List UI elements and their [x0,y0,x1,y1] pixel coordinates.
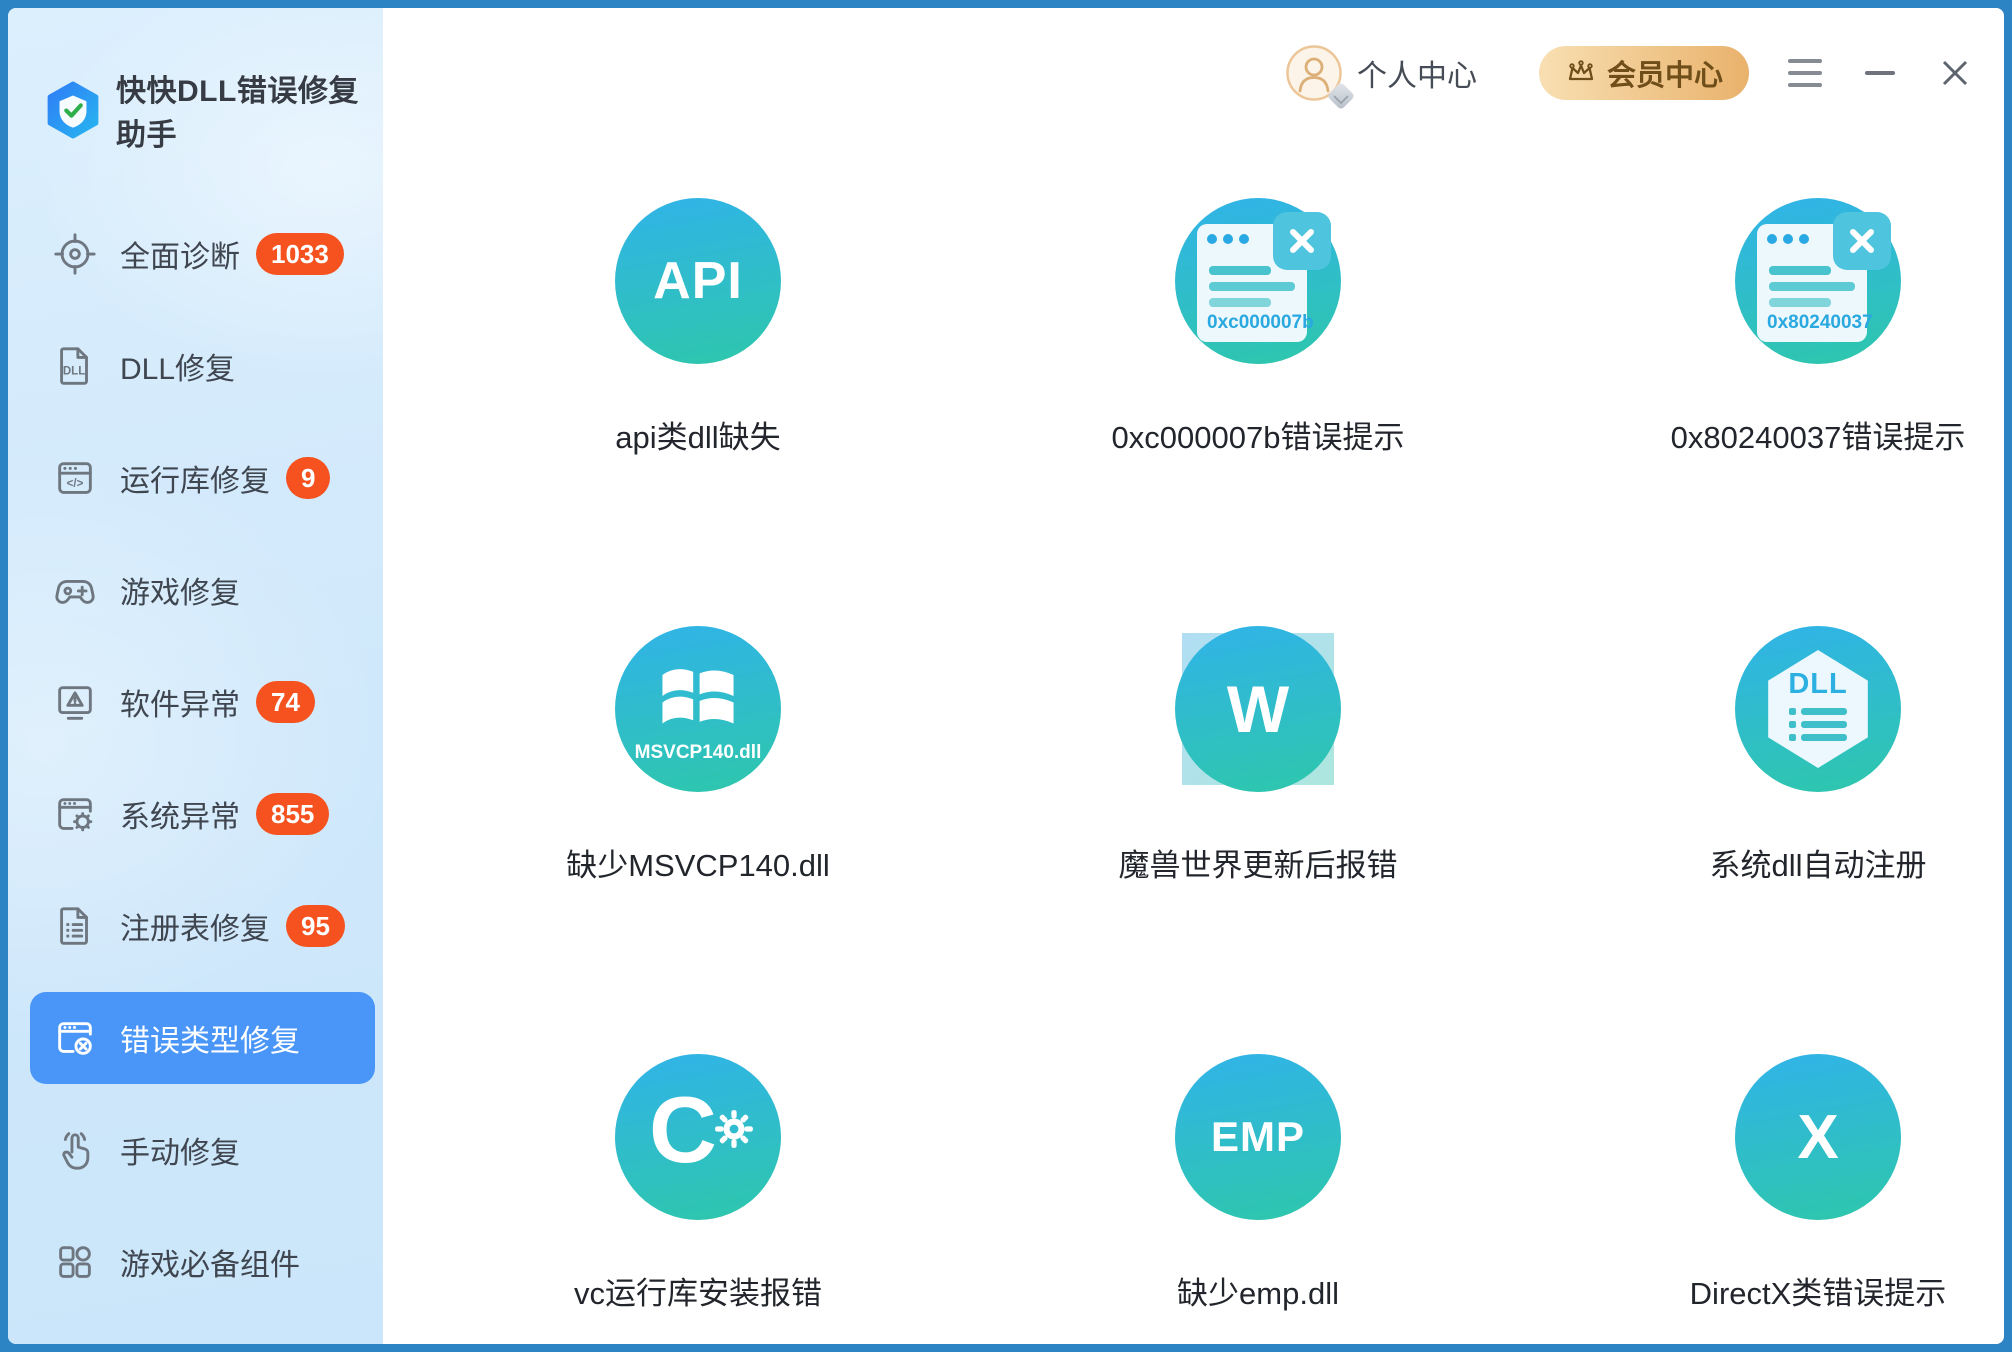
window-gear-icon [52,791,98,837]
sidebar-item-software-error[interactable]: 软件异常 74 [30,656,375,748]
sidebar-item-system-error[interactable]: 系统异常 855 [30,768,375,860]
sidebar-item-game-components[interactable]: 游戏必备组件 [30,1216,375,1308]
personal-center-button[interactable]: 个人中心 [1285,44,1477,102]
error-x-badge [1273,212,1331,270]
main-content: 个人中心 会员中心 [383,8,2004,1344]
sidebar-item-dll-repair[interactable]: DLL DLL修复 [30,320,375,412]
card-label: 缺少emp.dll [1177,1268,1339,1313]
sidebar-item-label: 全面诊断 [120,232,240,276]
notification-badge: 9 [286,457,330,499]
card-emp-dll[interactable]: EMP 缺少emp.dll [978,1054,1538,1344]
api-icon: API [615,198,781,364]
card-label: 0xc000007b错误提示 [1112,412,1405,457]
app-window: 快快DLL错误修复助手 全面诊断 1033 [8,8,2004,1344]
card-label: 缺少MSVCP140.dll [566,840,830,885]
card-msvcp140[interactable]: MSVCP140.dll 缺少MSVCP140.dll [418,626,978,1054]
sidebar-item-label: 游戏修复 [120,568,240,612]
notification-badge: 95 [286,905,345,947]
card-0x80240037[interactable]: 0x80240037 0x80240037错误提示 [1538,198,2004,626]
sidebar: 快快DLL错误修复助手 全面诊断 1033 [8,8,383,1344]
window-code-icon: </> [52,455,98,501]
card-label: 系统dll自动注册 [1709,840,1926,885]
notification-badge: 74 [256,681,315,723]
components-grid-icon [52,1239,98,1285]
sidebar-item-label: 手动修复 [120,1128,240,1172]
topbar: 个人中心 会员中心 [383,8,2004,138]
monitor-warning-icon [52,679,98,725]
crown-icon [1565,57,1597,89]
sidebar-item-error-type-repair[interactable]: 错误类型修复 [30,992,375,1084]
card-label: DirectX类错误提示 [1690,1268,1947,1313]
sidebar-item-label: DLL修复 [120,344,235,388]
sidebar-item-label: 错误类型修复 [120,1016,300,1060]
error-type-grid: API api类dll缺失 0xc000007b [418,198,2004,1344]
sidebar-item-label: 软件异常 [120,680,240,724]
svg-text:DLL: DLL [63,366,85,378]
directx-x-icon: X [1735,1054,1901,1220]
card-label: 魔兽世界更新后报错 [1119,840,1398,885]
wow-icon: W [1175,626,1341,792]
target-icon [52,231,98,277]
windows-flag-icon [650,654,746,738]
error-x-badge [1833,212,1891,270]
card-label: api类dll缺失 [615,412,780,457]
card-dll-register[interactable]: DLL 系统dll自动注册 [1538,626,2004,1054]
member-center-button[interactable]: 会员中心 [1539,46,1749,100]
svg-text:</>: </> [67,478,84,490]
sidebar-item-label: 游戏必备组件 [120,1240,300,1284]
sidebar-item-runtime-repair[interactable]: </> 运行库修复 9 [30,432,375,524]
dll-hexagon-icon: DLL [1735,626,1901,792]
window-error-icon [52,1015,98,1061]
document-list-icon [52,903,98,949]
member-center-label: 会员中心 [1607,52,1723,94]
minimize-button[interactable] [1861,54,1899,92]
gamepad-icon [52,567,98,613]
avatar [1285,44,1343,102]
c-gear-icon: C [615,1054,781,1220]
card-api-dll-missing[interactable]: API api类dll缺失 [418,198,978,626]
emp-icon: EMP [1175,1054,1341,1220]
sidebar-item-label: 系统异常 [120,792,240,836]
sidebar-item-label: 注册表修复 [120,904,270,948]
window-error-0x80240037-icon: 0x80240037 [1735,198,1901,364]
gear-icon [713,1108,755,1150]
personal-center-label: 个人中心 [1357,51,1477,95]
card-vc-runtime[interactable]: C [418,1054,978,1344]
app-logo-row: 快快DLL错误修复助手 [8,8,383,154]
card-wow-error[interactable]: W 魔兽世界更新后报错 [978,626,1538,1054]
sidebar-nav: 全面诊断 1033 DLL DLL修复 [8,208,383,1308]
close-button[interactable] [1936,54,1974,92]
notification-badge: 1033 [256,233,344,275]
hand-click-icon [52,1127,98,1173]
card-directx[interactable]: X DirectX类错误提示 [1538,1054,2004,1344]
notification-badge: 855 [256,793,329,835]
menu-button[interactable] [1786,54,1824,92]
card-label: 0x80240037错误提示 [1671,412,1966,457]
card-label: vc运行库安装报错 [574,1268,822,1313]
app-logo-icon [44,81,102,139]
window-error-0xc000007b-icon: 0xc000007b [1175,198,1341,364]
sidebar-item-game-repair[interactable]: 游戏修复 [30,544,375,636]
sidebar-item-full-diagnosis[interactable]: 全面诊断 1033 [30,208,375,300]
card-0xc000007b[interactable]: 0xc000007b 0xc000007b错误提示 [978,198,1538,626]
app-title: 快快DLL错误修复助手 [116,66,383,154]
windows-msvcp140-icon: MSVCP140.dll [615,626,781,792]
sidebar-item-manual-repair[interactable]: 手动修复 [30,1104,375,1196]
close-icon [1939,57,1971,89]
sidebar-item-registry-repair[interactable]: 注册表修复 95 [30,880,375,972]
dll-file-icon: DLL [52,343,98,389]
sidebar-item-label: 运行库修复 [120,456,270,500]
